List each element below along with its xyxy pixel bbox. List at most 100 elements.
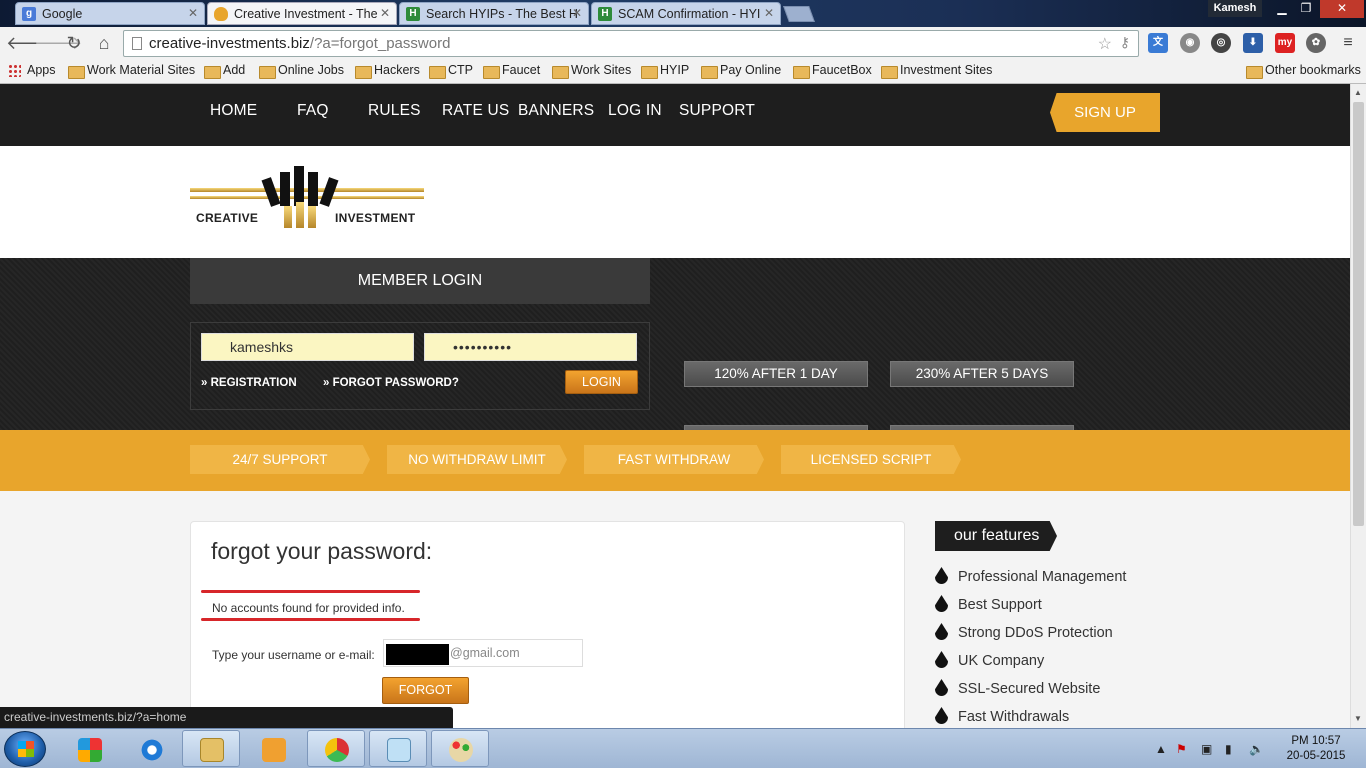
drop-icon — [935, 651, 948, 668]
flame-icon — [214, 7, 228, 21]
username-input[interactable]: kameshks — [201, 333, 414, 361]
star-icon[interactable]: ☆ — [1098, 34, 1112, 54]
login-button[interactable]: LOGIN — [565, 370, 638, 394]
extension-icon[interactable]: ✿ — [1306, 33, 1326, 53]
network-icon[interactable]: ▮ — [1225, 742, 1232, 756]
windows-taskbar: ▲ ⚑ ▣ ▮ 🔈 PM 10:57 20-05-2015 — [0, 728, 1366, 768]
explorer-icon[interactable] — [182, 730, 240, 767]
scroll-thumb[interactable] — [1353, 102, 1364, 526]
address-bar[interactable]: creative-investments.biz/?a=forgot_passw… — [123, 30, 1139, 57]
extension-icon[interactable]: ◎ — [1211, 33, 1231, 53]
new-tab-button[interactable] — [783, 6, 815, 22]
bookmark-folder[interactable]: Hackers — [355, 63, 420, 79]
media-player-icon[interactable] — [244, 730, 302, 767]
email-suffix: @gmail.com — [450, 646, 520, 660]
tab-title: Creative Investment - The — [234, 7, 378, 21]
extension-icon[interactable]: ◉ — [1180, 33, 1200, 53]
status-bubble: creative-investments.biz/?a=home — [0, 707, 453, 728]
annotation-line — [201, 590, 420, 593]
my-extension-icon[interactable]: my — [1275, 33, 1295, 53]
drop-icon — [935, 595, 948, 612]
nav-rules[interactable]: RULES — [368, 102, 421, 120]
close-tab-icon[interactable]: ✕ — [188, 6, 198, 20]
forgot-password-card: forgot your password: No accounts found … — [190, 521, 905, 728]
password-input[interactable]: •••••••••• — [424, 333, 637, 361]
bookmark-folder[interactable]: HYIP — [641, 63, 689, 79]
email-field[interactable]: @gmail.com — [383, 639, 583, 667]
bookmark-folder[interactable]: Faucet — [483, 63, 540, 79]
bookmark-folder[interactable]: Add — [204, 63, 245, 79]
key-icon[interactable]: ⚷ — [1120, 34, 1130, 51]
url-domain: creative-investments.biz — [149, 35, 310, 52]
nav-faq[interactable]: FAQ — [297, 102, 329, 120]
email-label: Type your username or e-mail: — [212, 648, 375, 662]
bookmark-folder[interactable]: FaucetBox — [793, 63, 872, 79]
bookmark-folder[interactable]: CTP — [429, 63, 473, 79]
annotation-line — [201, 618, 420, 621]
drop-icon — [935, 707, 948, 724]
bookmark-folder[interactable]: Work Sites — [552, 63, 631, 79]
windows-logo-icon — [18, 741, 34, 757]
action-center-icon[interactable]: ⚑ — [1176, 742, 1187, 756]
h-icon: H — [598, 7, 612, 21]
translate-icon[interactable]: 文 — [1148, 33, 1168, 53]
scroll-down-icon[interactable]: ▼ — [1354, 714, 1362, 723]
forgot-button[interactable]: FORGOT — [382, 677, 469, 704]
feature-tag: 24/7 SUPPORT — [190, 445, 370, 474]
restore-icon[interactable]: ❐ — [1294, 0, 1318, 18]
nav-banners[interactable]: BANNERS — [518, 102, 594, 120]
start-button[interactable] — [4, 731, 46, 767]
close-tab-icon[interactable]: ✕ — [380, 6, 390, 20]
close-tab-icon[interactable]: ✕ — [572, 6, 582, 20]
feature-tag: LICENSED SCRIPT — [781, 445, 961, 474]
plan-button[interactable]: 230% AFTER 5 DAYS — [890, 361, 1074, 387]
tray-expand-icon[interactable]: ▲ — [1155, 742, 1167, 756]
minimize-icon[interactable]: ▁ — [1270, 0, 1294, 18]
menu-icon[interactable]: ≡ — [1338, 33, 1358, 53]
volume-icon[interactable]: 🔈 — [1249, 742, 1264, 756]
notepad-icon[interactable] — [369, 730, 427, 767]
download-icon[interactable]: ⬇ — [1243, 33, 1263, 53]
registration-link[interactable]: » REGISTRATION — [201, 377, 297, 389]
profile-button[interactable]: Kamesh — [1208, 0, 1262, 17]
page-scrollbar[interactable]: ▲ ▼ — [1350, 84, 1366, 728]
home-icon[interactable]: ⌂ — [93, 32, 115, 54]
bookmark-other[interactable]: Other bookmarks — [1246, 63, 1361, 79]
page-icon — [132, 37, 142, 50]
page-title: forgot your password: — [211, 538, 433, 564]
back-icon[interactable]: 🡐 — [6, 32, 54, 54]
bookmark-folder[interactable]: Investment Sites — [881, 63, 992, 79]
tab-google[interactable]: g Google ✕ — [15, 2, 205, 25]
nav-home[interactable]: HOME — [210, 102, 257, 120]
feature-item: Fast Withdrawals — [935, 707, 1069, 725]
nav-support[interactable]: SUPPORT — [679, 102, 755, 120]
tab-scam-confirmation[interactable]: H SCAM Confirmation - HYI ✕ — [591, 2, 781, 25]
bookmark-folder[interactable]: Pay Online — [701, 63, 781, 79]
bookmark-apps[interactable]: Apps — [8, 63, 56, 77]
forgot-password-link[interactable]: » FORGOT PASSWORD? — [323, 377, 459, 389]
bookmark-folder[interactable]: Work Material Sites — [68, 63, 195, 79]
forward-icon[interactable]: 🡒 — [34, 32, 82, 54]
tray-app-icon[interactable]: ▣ — [1201, 742, 1212, 756]
signup-button[interactable]: SIGN UP — [1050, 93, 1160, 132]
apps-grid-icon[interactable] — [60, 730, 118, 767]
close-tab-icon[interactable]: ✕ — [764, 6, 774, 20]
system-clock[interactable]: PM 10:57 20-05-2015 — [1276, 734, 1356, 764]
plan-button[interactable]: 120% AFTER 1 DAY — [684, 361, 868, 387]
chrome-icon[interactable] — [307, 730, 365, 767]
paint-icon[interactable] — [431, 730, 489, 767]
nav-rate-us[interactable]: RATE US — [442, 102, 509, 120]
ie-icon[interactable] — [122, 730, 180, 767]
feature-item: Best Support — [935, 595, 1042, 613]
scroll-up-icon[interactable]: ▲ — [1354, 88, 1362, 97]
reload-icon[interactable]: ↻ — [63, 32, 85, 54]
bookmark-folder[interactable]: Online Jobs — [259, 63, 344, 79]
nav-log-in[interactable]: LOG IN — [608, 102, 662, 120]
site-logo[interactable]: CREATIVE INVESTMENT — [190, 166, 424, 230]
feature-item: UK Company — [935, 651, 1044, 669]
close-window-icon[interactable]: ✕ — [1320, 0, 1364, 18]
tab-creative-investment[interactable]: Creative Investment - The ✕ — [207, 2, 397, 25]
tab-search-hyips[interactable]: H Search HYIPs - The Best H ✕ — [399, 2, 589, 25]
feature-tag: FAST WITHDRAW — [584, 445, 764, 474]
redaction-box — [386, 644, 449, 665]
